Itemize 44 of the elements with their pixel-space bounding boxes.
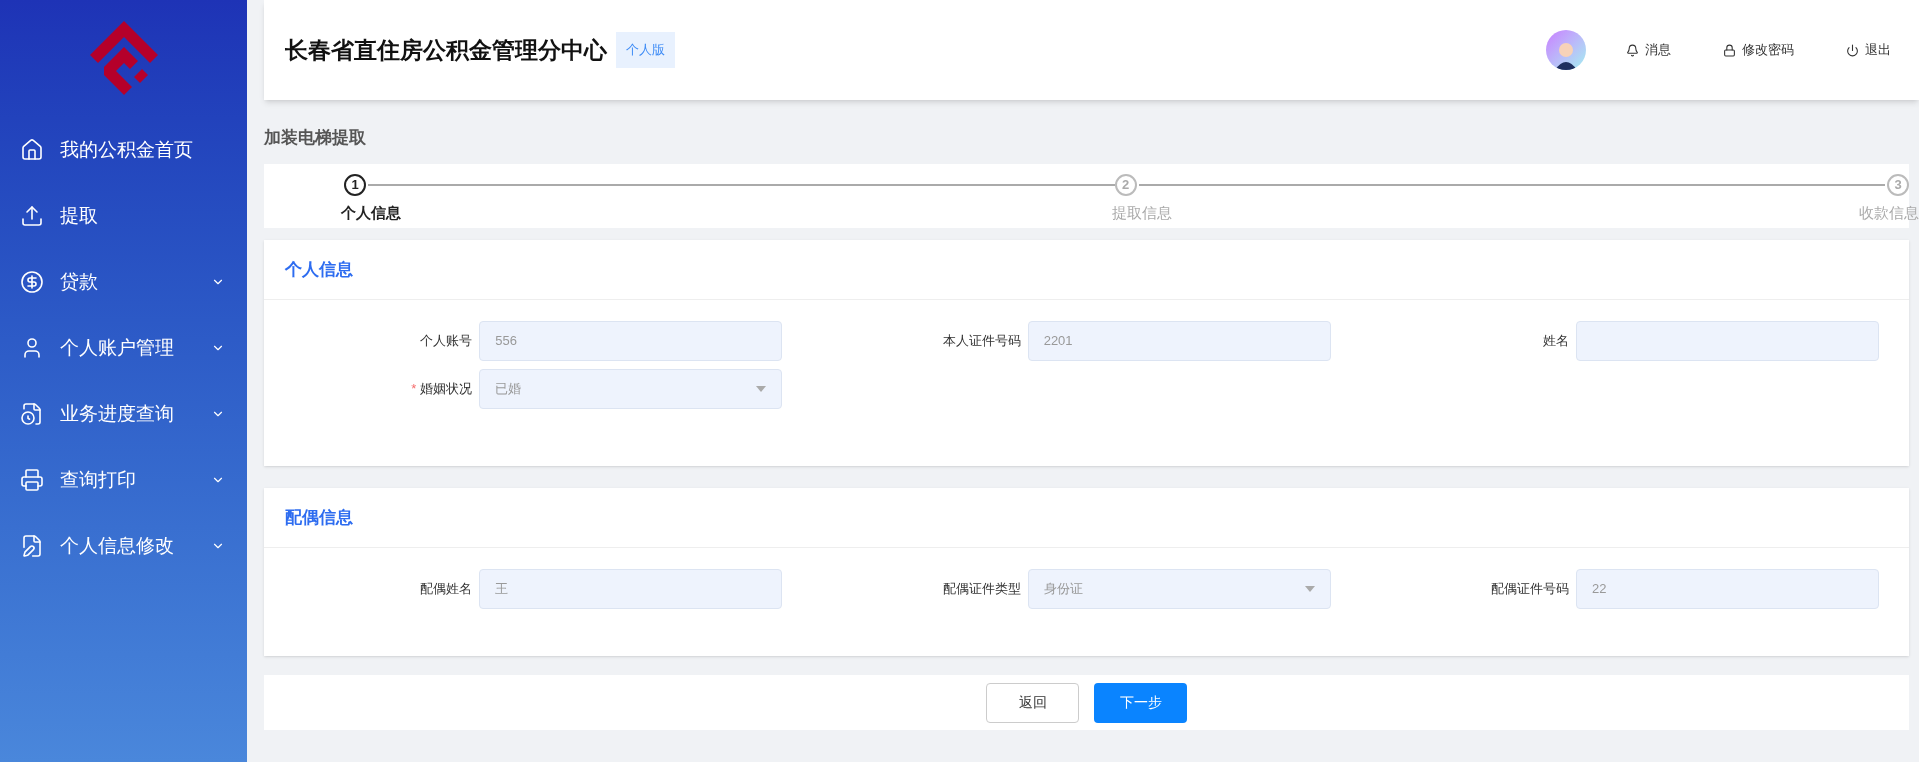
field-label: 配偶证件类型 [942,580,1021,599]
coin-icon [20,270,44,294]
step-label: 个人信息 [341,203,401,223]
back-button[interactable]: 返回 [986,682,1079,723]
header-link[interactable]: 修改密码 [1723,40,1794,60]
header-link[interactable]: 消息 [1626,40,1671,60]
sidebar-item[interactable]: 提取 [0,183,247,249]
site-title: 长春省直住房公积金管理分中心 [285,35,607,65]
field-label: 个人账号 [420,332,473,351]
header-link[interactable]: 退出 [1846,40,1891,60]
page-title: 加装电梯提取 [264,127,367,149]
sidebar-item[interactable]: 我的公积金首页 [0,117,247,183]
field-label: * 婚姻状况 [411,380,473,399]
house-icon [20,138,44,162]
caret-icon [756,386,767,392]
field-label: 配偶姓名 [420,580,473,599]
step-number: 3 [1887,174,1909,196]
lock-icon [1723,43,1736,57]
sidebar-item[interactable]: 业务进度查询 [0,381,247,447]
field-label: 配偶证件号码 [1491,580,1569,599]
step-label: 收款信息 [1859,203,1919,223]
section-title: 配偶信息 [285,506,353,529]
sidebar-item[interactable]: 贷款 [0,249,247,315]
step-number: 1 [344,174,366,196]
next-button[interactable]: 下一步 [1094,682,1187,723]
bell-icon [1626,43,1639,57]
document-clock-icon [20,402,44,426]
sidebar-item[interactable]: 个人账户管理 [0,315,247,381]
person-icon [1555,40,1577,70]
power-icon [1846,43,1859,57]
document-pen-icon [20,534,44,558]
field-label: 本人证件号码 [942,332,1021,351]
section-title: 个人信息 [285,258,353,281]
avatar[interactable] [1546,30,1586,70]
printer-icon [20,468,44,492]
sidebar-item[interactable]: 查询打印 [0,447,247,513]
version-tag: 个人版 [616,32,675,68]
step-label: 提取信息 [1111,203,1172,223]
step-number: 2 [1114,174,1137,196]
sidebar-item[interactable]: 个人信息修改 [0,513,247,579]
input-field[interactable] [1576,321,1879,361]
caret-icon [1304,586,1315,592]
field-label: 姓名 [1543,332,1569,351]
upload-icon [20,204,44,228]
